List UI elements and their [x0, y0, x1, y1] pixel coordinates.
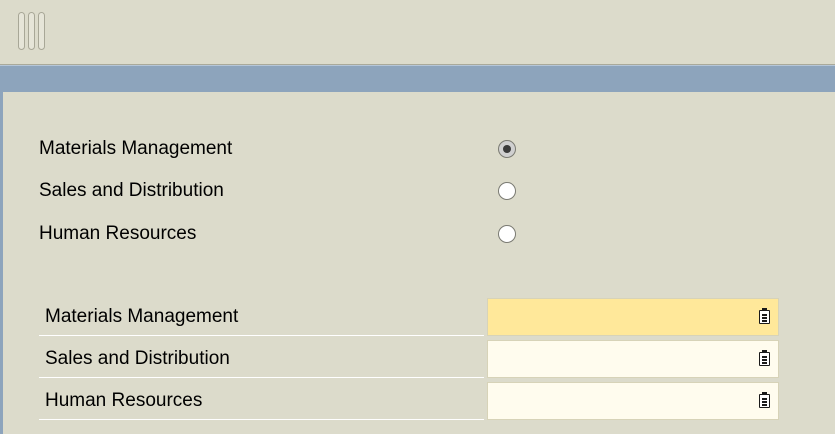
radio-label: Sales and Distribution	[39, 180, 224, 201]
grip-bar	[38, 12, 45, 50]
screen-title-bar	[0, 65, 835, 92]
field-row-sales-and-distribution: Sales and Distribution	[39, 340, 779, 378]
field-row-human-resources: Human Resources	[39, 382, 779, 420]
radio-button-human-resources[interactable]	[498, 225, 516, 243]
radio-option-human-resources: Human Resources	[39, 219, 539, 249]
field-row-materials-management: Materials Management	[39, 298, 779, 336]
main-content-area: Materials Management Sales and Distribut…	[0, 92, 835, 434]
radio-option-sales-and-distribution: Sales and Distribution	[39, 176, 539, 206]
human-resources-input[interactable]	[487, 382, 779, 420]
radio-label: Human Resources	[39, 223, 197, 244]
materials-management-input[interactable]	[487, 298, 779, 336]
radio-button-materials-management[interactable]	[498, 140, 516, 158]
radio-label: Materials Management	[39, 138, 233, 159]
value-help-icon[interactable]	[759, 392, 770, 408]
radio-option-materials-management: Materials Management	[39, 134, 539, 164]
grip-bar	[28, 12, 35, 50]
value-help-icon[interactable]	[759, 308, 770, 324]
field-label: Sales and Distribution	[39, 340, 484, 378]
value-help-icon[interactable]	[759, 350, 770, 366]
toolbar-grip-handle[interactable]	[18, 12, 45, 50]
field-label: Human Resources	[39, 382, 484, 420]
grip-bar	[18, 12, 25, 50]
application-toolbar	[0, 0, 835, 65]
sales-and-distribution-input[interactable]	[487, 340, 779, 378]
field-label: Materials Management	[39, 298, 484, 336]
radio-button-sales-and-distribution[interactable]	[498, 182, 516, 200]
